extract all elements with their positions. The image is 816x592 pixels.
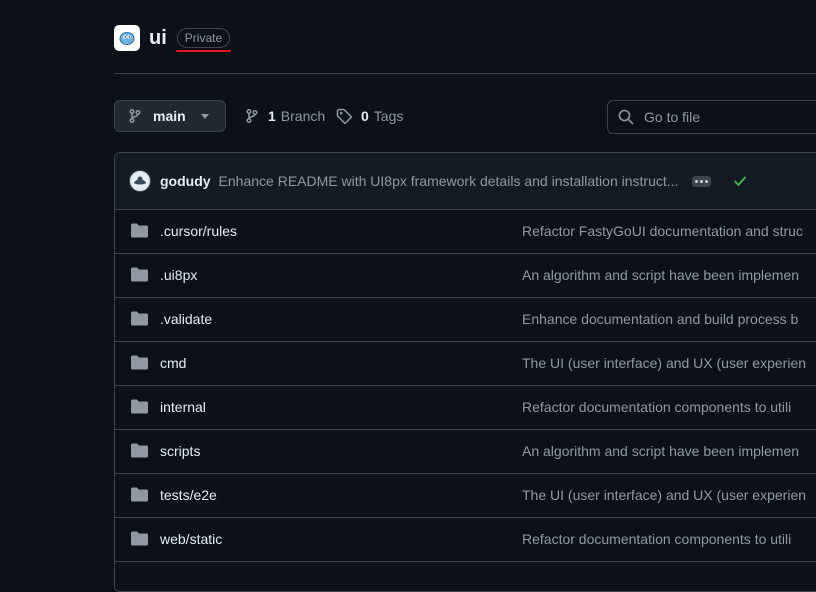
folder-icon — [131, 267, 148, 282]
file-row[interactable]: .ui8px An algorithm and script have been… — [115, 254, 816, 298]
commit-message[interactable]: Enhance README with UI8px framework deta… — [219, 173, 679, 189]
folder-icon — [131, 311, 148, 326]
file-commit-message[interactable]: An algorithm and script have been implem… — [522, 267, 799, 283]
file-row[interactable]: web/static Refactor documentation compon… — [115, 518, 816, 562]
branches-link[interactable]: 1 Branch — [244, 100, 325, 132]
commit-author[interactable]: godudy — [160, 173, 211, 189]
file-name[interactable]: web/static — [160, 531, 222, 547]
file-commit-message[interactable]: Refactor FastyGoUI documentation and str… — [522, 223, 803, 239]
file-name[interactable]: scripts — [160, 443, 200, 459]
file-row[interactable]: tests/e2e The UI (user interface) and UX… — [115, 474, 816, 518]
file-row[interactable]: internal Refactor documentation componen… — [115, 386, 816, 430]
repo-avatar[interactable] — [114, 25, 140, 51]
folder-icon — [131, 531, 148, 546]
file-commit-message[interactable]: An algorithm and script have been implem… — [522, 443, 799, 459]
file-commit-message[interactable]: The UI (user interface) and UX (user exp… — [522, 355, 806, 371]
file-row[interactable]: scripts An algorithm and script have bee… — [115, 430, 816, 474]
file-commit-message[interactable]: Refactor documentation components to uti… — [522, 399, 791, 415]
repo-header: ui Private — [114, 24, 232, 52]
branch-count: 1 — [268, 108, 276, 124]
git-branch-icon — [246, 108, 258, 124]
file-row[interactable]: cmd The UI (user interface) and UX (user… — [115, 342, 816, 386]
tag-count: 0 — [361, 108, 369, 124]
file-name[interactable]: .cursor/rules — [160, 223, 237, 239]
file-name[interactable]: internal — [160, 399, 206, 415]
search-icon — [618, 109, 634, 125]
tag-icon — [336, 108, 353, 124]
file-commit-message[interactable]: Refactor documentation components to uti… — [522, 531, 791, 547]
folder-icon — [131, 443, 148, 458]
visibility-badge: Private — [175, 28, 232, 52]
file-name[interactable]: tests/e2e — [160, 487, 217, 503]
folder-icon — [131, 223, 148, 238]
folder-icon — [131, 399, 148, 414]
go-to-file-input[interactable] — [642, 108, 816, 126]
file-table: godudy Enhance README with UI8px framewo… — [114, 152, 816, 592]
file-commit-message[interactable]: The UI (user interface) and UX (user exp… — [522, 487, 806, 503]
file-name[interactable]: .validate — [160, 311, 212, 327]
folder-icon — [131, 487, 148, 502]
kebab-horizontal-icon — [695, 179, 699, 183]
repo-toolbar: main 1 Branch 0 Tags — [114, 100, 816, 134]
go-to-file-box[interactable] — [607, 100, 816, 134]
gopher-logo-icon — [119, 32, 135, 45]
branch-name: main — [153, 108, 186, 124]
header-divider — [114, 73, 816, 74]
caret-down-icon — [201, 114, 209, 119]
file-name[interactable]: .ui8px — [160, 267, 197, 283]
avatar[interactable] — [129, 170, 151, 192]
user-avatar-icon — [132, 173, 148, 189]
file-row[interactable]: .validate Enhance documentation and buil… — [115, 298, 816, 342]
file-name[interactable]: cmd — [160, 355, 186, 371]
folder-icon — [131, 355, 148, 370]
branch-select-button[interactable]: main — [114, 100, 226, 132]
file-row[interactable]: .cursor/rules Refactor FastyGoUI documen… — [115, 210, 816, 254]
branch-label: Branch — [280, 108, 326, 124]
git-branch-icon — [129, 108, 141, 124]
file-commit-message[interactable]: Enhance documentation and build process … — [522, 311, 798, 327]
tags-link[interactable]: 0 Tags — [336, 100, 403, 132]
commit-details-button[interactable] — [692, 175, 712, 187]
tag-label: Tags — [373, 108, 404, 124]
repo-name[interactable]: ui — [149, 27, 167, 50]
check-icon[interactable] — [733, 174, 747, 188]
latest-commit-bar: godudy Enhance README with UI8px framewo… — [115, 153, 816, 210]
